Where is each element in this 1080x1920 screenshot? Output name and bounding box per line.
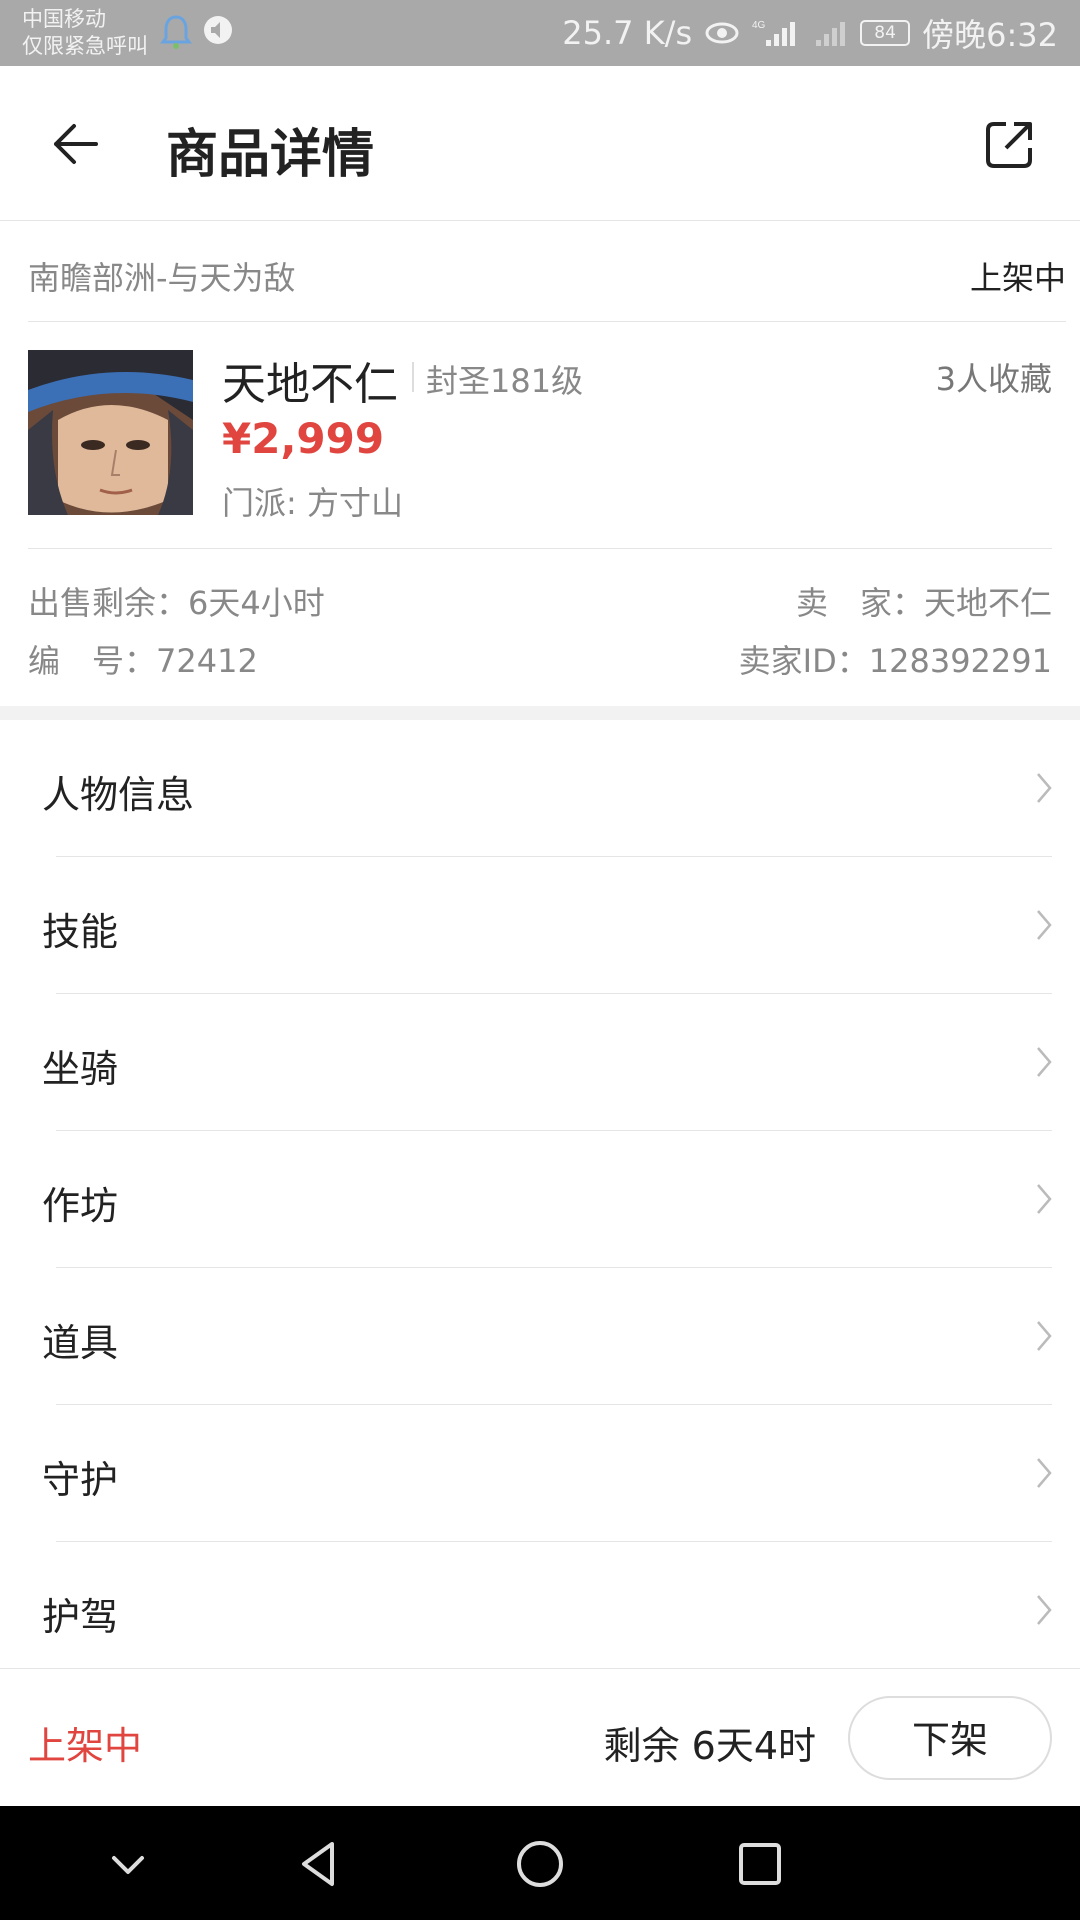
bottom-action-bar: 上架中 剩余 6天4时 下架 (0, 1668, 1080, 1807)
menu-item-guardian[interactable]: 守护 (0, 1405, 1080, 1542)
recents-square-icon[interactable] (732, 1836, 788, 1892)
detail-menu: 人物信息 技能 坐骑 作坊 道具 守护 护驾 (0, 720, 1080, 1679)
listing-info: 出售剩余：6天4小时 卖 家：天地不仁 编 号：72412 卖家ID：12839… (28, 548, 1052, 704)
character-avatar (28, 350, 193, 515)
status-icons-right: 25.7 K/s 4G 84 傍晚6:32 (562, 10, 1058, 56)
menu-item-label: 守护 (42, 1458, 119, 1502)
chevron-right-icon (1037, 773, 1052, 803)
system-nav-bar (0, 1806, 1080, 1920)
menu-item-label: 坐骑 (42, 1047, 119, 1091)
chevron-right-icon (1037, 910, 1052, 940)
menu-item-workshop[interactable]: 作坊 (0, 1131, 1080, 1268)
status-bar: 中国移动 仅限紧急呼叫 25.7 K/s 4G 84 傍晚6:32 (0, 0, 1080, 66)
menu-item-label: 人物信息 (42, 773, 195, 817)
server-name: 南瞻部洲-与天为敌 (28, 259, 296, 297)
sale-remaining: 出售剩余：6天4小时 (28, 584, 325, 622)
share-external-icon[interactable] (984, 118, 1036, 170)
carrier-status: 仅限紧急呼叫 (22, 34, 148, 58)
chevron-right-icon (1037, 1047, 1052, 1077)
character-school: 门派: 方寸山 (222, 484, 403, 522)
back-triangle-icon[interactable] (292, 1836, 348, 1892)
signal-4g-icon: 4G (752, 20, 796, 46)
server-row: 南瞻部洲-与天为敌 上架中 (28, 221, 1066, 322)
listing-status: 上架中 (969, 259, 1066, 297)
chevron-right-icon (1037, 1184, 1052, 1214)
svg-text:4G: 4G (752, 20, 766, 31)
page-title: 商品详情 (166, 125, 375, 185)
home-circle-icon[interactable] (512, 1836, 568, 1892)
character-name: 天地不仁 (222, 359, 398, 410)
listing-status-badge: 上架中 (28, 1724, 143, 1768)
net-speed: 25.7 K/s (562, 14, 693, 52)
delist-button[interactable]: 下架 (848, 1696, 1052, 1780)
menu-item-mounts[interactable]: 坐骑 (0, 994, 1080, 1131)
eye-comfort-icon (705, 22, 739, 44)
chevron-down-icon[interactable] (100, 1836, 156, 1892)
menu-item-label: 技能 (42, 910, 119, 954)
chevron-right-icon (1037, 1321, 1052, 1351)
section-gap (0, 706, 1080, 720)
name-divider (412, 362, 414, 392)
item-summary: 天地不仁 封圣181级 3人收藏 ¥2,999 门派: 方寸山 (28, 322, 1052, 549)
chevron-right-icon (1037, 1458, 1052, 1488)
character-level: 封圣181级 (426, 362, 584, 400)
status-icons-left (160, 14, 234, 50)
menu-item-label: 护驾 (42, 1595, 119, 1639)
carrier-info: 中国移动 仅限紧急呼叫 (22, 6, 148, 60)
arrow-left-icon[interactable] (46, 114, 106, 174)
speaker-icon (204, 16, 232, 44)
seller-id: 卖家ID：128392291 (738, 642, 1052, 680)
menu-item-label: 作坊 (42, 1184, 119, 1228)
time-remaining: 剩余 6天4时 (603, 1724, 816, 1768)
carrier-name: 中国移动 (22, 7, 106, 31)
item-price: ¥2,999 (222, 414, 385, 463)
battery-icon: 84 (860, 20, 911, 46)
listing-number: 编 号：72412 (28, 642, 258, 680)
menu-item-character-info[interactable]: 人物信息 (0, 720, 1080, 857)
menu-item-skills[interactable]: 技能 (0, 857, 1080, 994)
favorite-count: 3人收藏 (935, 360, 1052, 398)
signal-none-icon (816, 22, 846, 46)
notification-bell-icon (160, 15, 192, 49)
app-header: 商品详情 (0, 66, 1080, 221)
seller-name: 卖 家：天地不仁 (795, 584, 1052, 622)
chevron-right-icon (1037, 1595, 1052, 1625)
menu-item-label: 道具 (42, 1321, 119, 1365)
menu-item-escort[interactable]: 护驾 (0, 1542, 1080, 1679)
clock: 傍晚6:32 (922, 16, 1058, 54)
menu-item-items[interactable]: 道具 (0, 1268, 1080, 1405)
